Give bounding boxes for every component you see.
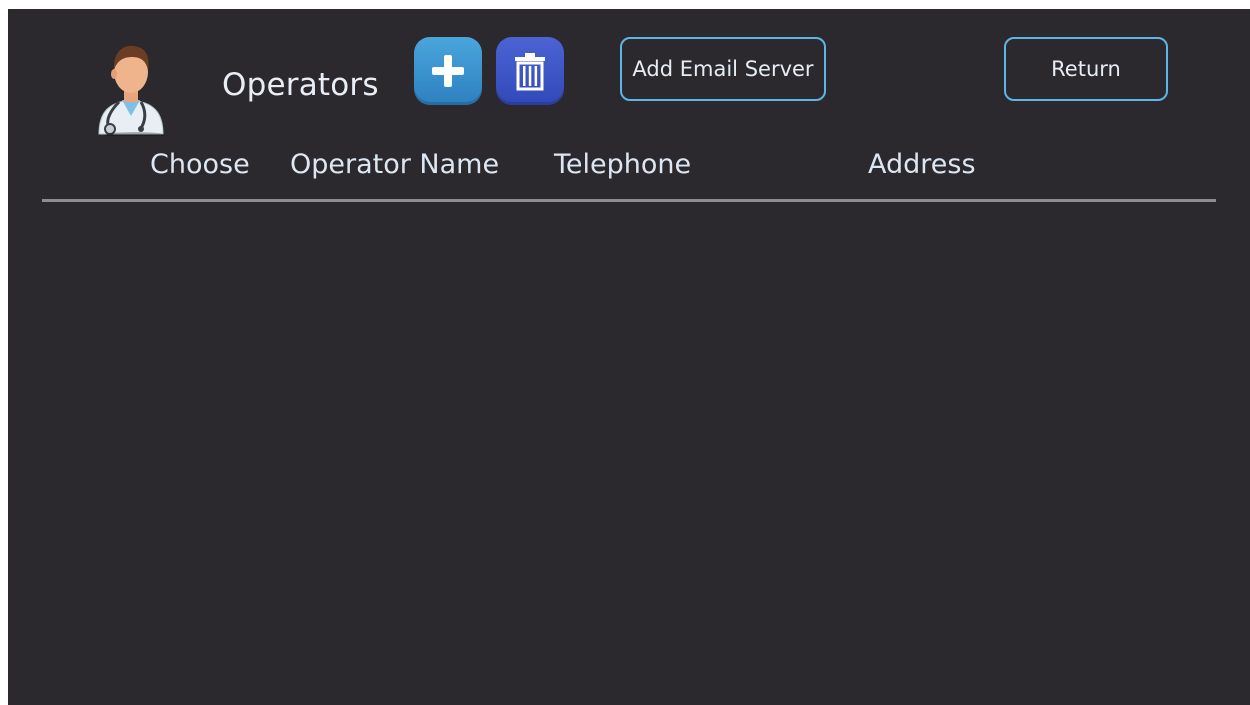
add-email-server-button[interactable]: Add Email Server — [620, 37, 826, 101]
delete-operator-button[interactable] — [496, 37, 564, 105]
doctor-avatar-icon — [91, 36, 171, 138]
page-title: Operators — [222, 67, 379, 103]
column-header-telephone: Telephone — [554, 149, 692, 180]
column-header-operator-name: Operator Name — [290, 149, 500, 180]
trash-icon — [515, 53, 545, 91]
column-header-address: Address — [868, 149, 976, 180]
column-header-choose: Choose — [150, 149, 250, 180]
plus-icon — [432, 55, 464, 87]
table-header: Choose Operator Name Telephone Address — [8, 149, 1250, 185]
header-divider — [42, 199, 1216, 202]
add-operator-button[interactable] — [414, 37, 482, 105]
return-button[interactable]: Return — [1004, 37, 1168, 101]
operator-list[interactable] — [42, 205, 1216, 695]
operators-screen: Operators Add Email Server Return Choose… — [8, 9, 1250, 705]
